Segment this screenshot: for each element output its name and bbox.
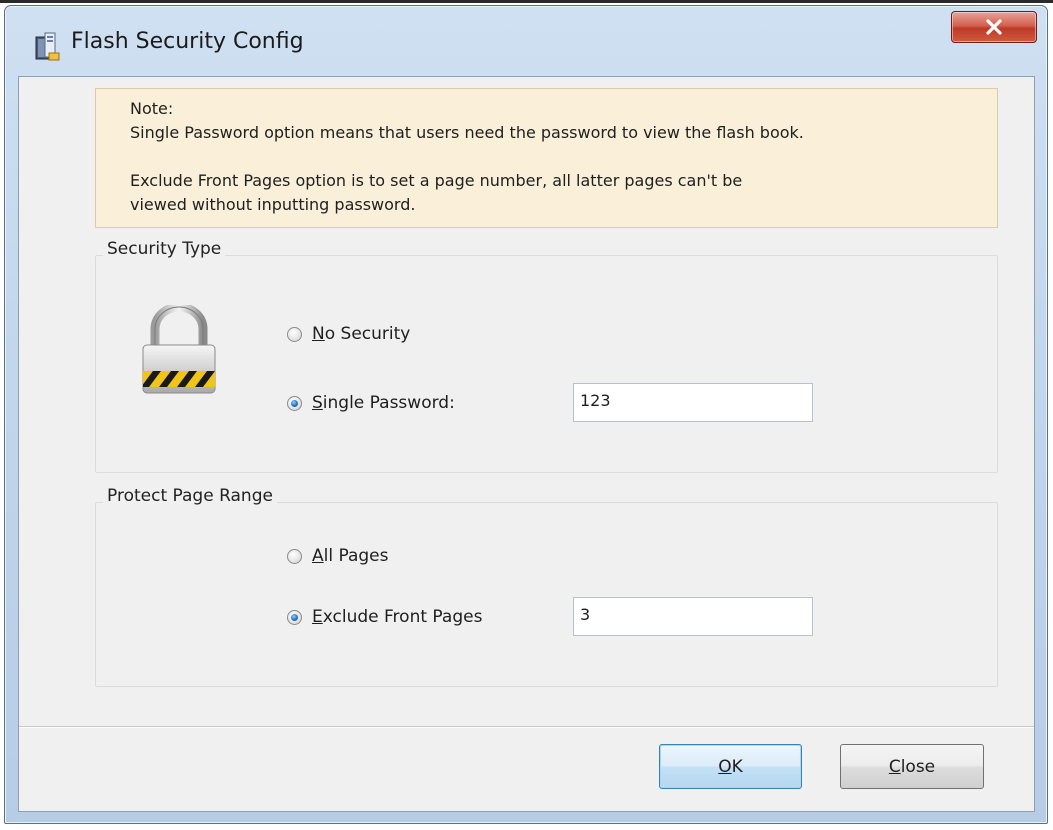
note-line-single-password: Single Password option means that users … — [130, 123, 804, 142]
exclude-front-pages-label-rest: xclude Front Pages — [322, 607, 483, 627]
ok-label-rest: K — [731, 756, 743, 777]
dialog-client-area: Note: Single Password option means that … — [18, 76, 1035, 812]
window-title: Flash Security Config — [71, 29, 304, 54]
dialog-window: Flash Security Config Note: Single Passw… — [4, 5, 1048, 824]
all-pages-label: All Pages — [312, 546, 389, 566]
page-range-group — [95, 502, 998, 687]
close-button-label: Close — [889, 757, 935, 777]
note-gap — [130, 145, 997, 169]
all-pages-label-rest: ll Pages — [323, 546, 389, 566]
exclude-front-pages-label: Exclude Front Pages — [312, 607, 482, 627]
title-bar[interactable]: Flash Security Config — [5, 6, 1047, 82]
footer-divider — [19, 726, 1034, 728]
single-password-radio-dot[interactable] — [287, 395, 302, 411]
security-type-group — [95, 255, 998, 473]
exclude-front-pages-accesskey: E — [312, 607, 323, 627]
padlock-icon — [142, 305, 216, 394]
exclude-pages-input[interactable]: 3 — [573, 597, 813, 636]
all-pages-radio[interactable]: All Pages — [287, 546, 389, 566]
note-line-exclude: Exclude Front Pages option is to set a p… — [130, 171, 743, 190]
no-security-accesskey: N — [312, 324, 325, 344]
exclude-front-pages-radio[interactable]: Exclude Front Pages — [287, 607, 482, 627]
single-password-accesskey: S — [312, 393, 323, 413]
password-input[interactable]: 123 — [573, 383, 813, 422]
no-security-radio-dot[interactable] — [287, 326, 302, 342]
security-type-legend: Security Type — [103, 239, 226, 259]
ok-accesskey: O — [718, 756, 732, 777]
close-accesskey: C — [888, 756, 901, 777]
all-pages-accesskey: A — [312, 546, 324, 566]
note-heading: Note: — [130, 99, 174, 118]
exclude-front-pages-radio-dot[interactable] — [287, 609, 302, 625]
ok-button[interactable]: OK — [659, 744, 802, 789]
page-range-legend: Protect Page Range — [103, 486, 277, 506]
ok-button-label: OK — [718, 757, 743, 777]
window-close-button[interactable] — [951, 11, 1037, 43]
close-x-icon — [986, 19, 1002, 35]
note-panel: Note: Single Password option means that … — [95, 88, 998, 228]
no-security-radio[interactable]: No Security — [287, 324, 410, 344]
close-label-rest: lose — [900, 756, 936, 777]
single-password-radio[interactable]: Single Password: — [287, 393, 455, 413]
all-pages-radio-dot[interactable] — [287, 548, 302, 564]
single-password-label-rest: ingle Password: — [322, 393, 455, 413]
flash-book-icon — [35, 32, 60, 61]
no-security-label: No Security — [312, 324, 410, 344]
no-security-label-rest: o Security — [324, 324, 411, 344]
top-edge-line — [0, 0, 1053, 3]
single-password-label: Single Password: — [312, 393, 455, 413]
note-line-exclude-cont: viewed without inputting password. — [130, 195, 416, 214]
close-button[interactable]: Close — [840, 744, 984, 789]
